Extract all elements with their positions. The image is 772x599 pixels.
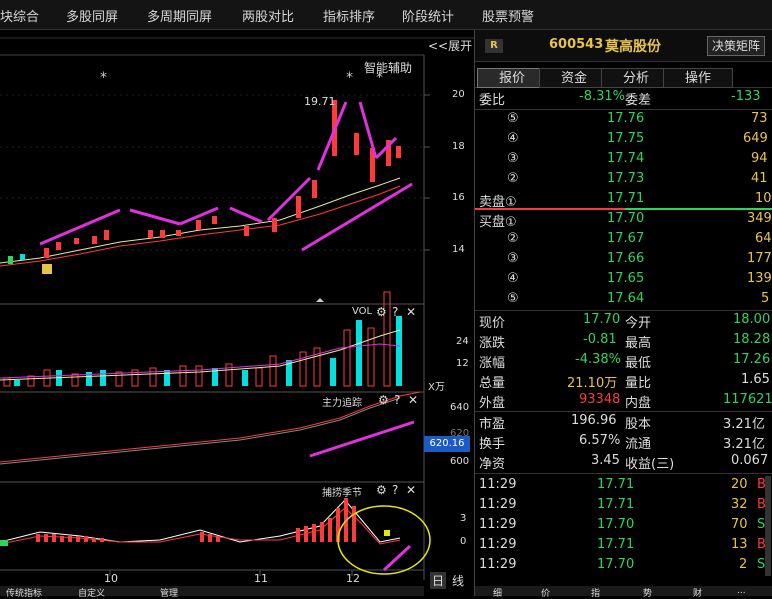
decision-matrix-button[interactable]: 决策矩阵 <box>707 36 765 56</box>
nav-item-1[interactable]: 多股同屏 <box>66 6 118 25</box>
nav-item-4[interactable]: 指标排序 <box>323 6 375 25</box>
chart-svg[interactable]: * * * <box>0 30 474 596</box>
chart-bottom-tabs: 传统指标 自定义 管理 <box>0 586 424 599</box>
nav-item-2[interactable]: 多周期同屏 <box>147 6 212 25</box>
sell-row-1[interactable]: 卖盘① 17.71 10 <box>475 190 772 210</box>
tab-quote[interactable]: 报价 <box>477 68 547 88</box>
close-icon[interactable]: ✕ <box>406 305 416 319</box>
assist-label[interactable]: 智能辅助 <box>364 59 412 76</box>
period-day-button[interactable]: 日 <box>430 572 447 589</box>
chart-area[interactable]: * * * <<展开 智能辅助 19.71 20 18 16 14 VOL ⚙ … <box>0 30 474 599</box>
quote-header: R 600543 莫高股份 决策矩阵 <box>475 30 772 62</box>
price-axis-3: 14 <box>452 244 465 255</box>
tab-index[interactable]: 指 <box>591 586 600 599</box>
vol-title: VOL <box>352 306 373 317</box>
gear-icon[interactable]: ⚙ <box>376 305 387 319</box>
tab-traditional-indicators[interactable]: 传统指标 <box>6 586 42 599</box>
nav-item-6[interactable]: 股票预警 <box>482 6 534 25</box>
nav-item-3[interactable]: 两股对比 <box>242 6 294 25</box>
track-value-badge: 620.16 <box>424 436 470 452</box>
tab-trend[interactable]: 势 <box>643 586 652 599</box>
peak-label: 19.71 <box>304 95 336 108</box>
sell-row-5[interactable]: ⑤ 17.76 73 <box>475 110 772 130</box>
buy-row-2[interactable]: ② 17.67 64 <box>475 230 772 250</box>
expand-button[interactable]: <<展开 <box>428 37 472 54</box>
sell-row-2[interactable]: ② 17.73 41 <box>475 170 772 190</box>
tab-analysis[interactable]: 分析 <box>601 68 671 88</box>
stock-code: 600543 <box>549 37 604 52</box>
vol-axis-1: 12 <box>456 358 469 369</box>
svg-text:*: * <box>100 70 107 86</box>
tick-row: 11:29 17.70 2 S <box>479 557 766 572</box>
x-tick-1: 11 <box>254 572 268 585</box>
weibi-row: 委比 -8.31% 委差 -133 <box>479 89 761 108</box>
buy-row-3[interactable]: ③ 17.66 177 <box>475 250 772 270</box>
stat2-row-2: 净资 3.45 收益(三) 0.067 <box>479 453 769 472</box>
tab-manage[interactable]: 管理 <box>160 586 178 599</box>
help-icon[interactable]: ? <box>392 305 398 319</box>
price-axis-0: 20 <box>452 89 465 100</box>
season-axis-1: 0 <box>460 536 467 547</box>
quote-panel: R 600543 莫高股份 决策矩阵 报价 资金 分析 操作 委比 -8.31%… <box>474 30 772 599</box>
sell-row-4[interactable]: ④ 17.75 649 <box>475 130 772 150</box>
x-tick-2: 12 <box>346 572 360 585</box>
stat-row-3: 总量 21.10万 量比 1.65 <box>479 372 770 391</box>
tick-row: 11:29 17.71 32 B <box>479 497 766 512</box>
track-axis-0: 640 <box>450 402 470 413</box>
highlight-ellipse <box>337 505 431 575</box>
x-tick-0: 10 <box>104 572 118 585</box>
tick-row: 11:29 17.71 20 B <box>479 477 766 492</box>
help-icon[interactable]: ? <box>394 393 400 407</box>
stat-row-1: 涨跌 -0.81 最高 18.28 <box>479 332 771 351</box>
vol-axis-0: 24 <box>456 336 469 347</box>
r-badge: R <box>485 39 503 53</box>
price-axis-1: 18 <box>452 141 465 152</box>
stat2-row-0: 市盈 196.96 股本 3.21亿 <box>479 413 765 432</box>
vol-unit: X万 <box>428 382 445 393</box>
close-icon[interactable]: ✕ <box>406 483 416 497</box>
tab-finance[interactable]: 财 <box>693 586 702 599</box>
tab-operation[interactable]: 操作 <box>663 68 733 88</box>
help-icon[interactable]: ? <box>392 483 398 497</box>
buy-row-4[interactable]: ④ 17.65 139 <box>475 270 772 290</box>
quote-bottom-tabs: 细 价 指 势 财 ... <box>475 586 772 599</box>
buy-row-1[interactable]: 买盘① 17.70 349 <box>475 210 772 230</box>
tab-funds[interactable]: 资金 <box>539 68 609 88</box>
stat-row-2: 涨幅 -4.38% 最低 17.26 <box>479 352 771 371</box>
svg-text:*: * <box>346 70 353 86</box>
season-title: 捕捞季节 <box>322 488 362 499</box>
tick-scrollbar[interactable] <box>765 476 771 576</box>
sell-row-3[interactable]: ③ 17.74 94 <box>475 150 772 170</box>
tab-custom[interactable]: 自定义 <box>78 586 105 599</box>
quote-tabs: 报价 资金 分析 操作 <box>475 68 772 88</box>
stat2-row-1: 换手 6.57% 流通 3.21亿 <box>479 433 765 452</box>
line-button[interactable]: 线 <box>452 572 464 589</box>
gear-icon[interactable]: ⚙ <box>376 483 387 497</box>
buy-row-5[interactable]: ⑤ 17.64 5 <box>475 290 772 310</box>
season-axis-0: 3 <box>460 513 467 524</box>
stat-row-0: 现价 17.70 今开 18.00 <box>479 312 771 331</box>
tab-more[interactable]: ... <box>737 586 746 596</box>
track-axis-2: 600 <box>450 456 470 467</box>
top-nav: 块综合 多股同屏 多周期同屏 两股对比 指标排序 阶段统计 股票预警 <box>0 0 772 30</box>
tick-row: 11:29 17.71 13 B <box>479 537 766 552</box>
nav-item-5[interactable]: 阶段统计 <box>402 6 454 25</box>
candles <box>8 100 401 264</box>
stat-row-4: 外盘 93348 内盘 117621 <box>479 392 772 411</box>
track-title: 主力追踪 <box>322 398 362 409</box>
gear-icon[interactable]: ⚙ <box>378 393 389 407</box>
price-axis-2: 16 <box>452 192 465 203</box>
tab-price[interactable]: 价 <box>541 586 550 599</box>
season-bars <box>36 498 356 542</box>
tick-row: 11:29 17.70 70 S <box>479 517 766 532</box>
stock-name: 莫高股份 <box>605 39 661 55</box>
nav-item-0[interactable]: 块综合 <box>0 6 39 25</box>
tab-detail[interactable]: 细 <box>493 586 502 599</box>
close-icon[interactable]: ✕ <box>408 393 418 407</box>
